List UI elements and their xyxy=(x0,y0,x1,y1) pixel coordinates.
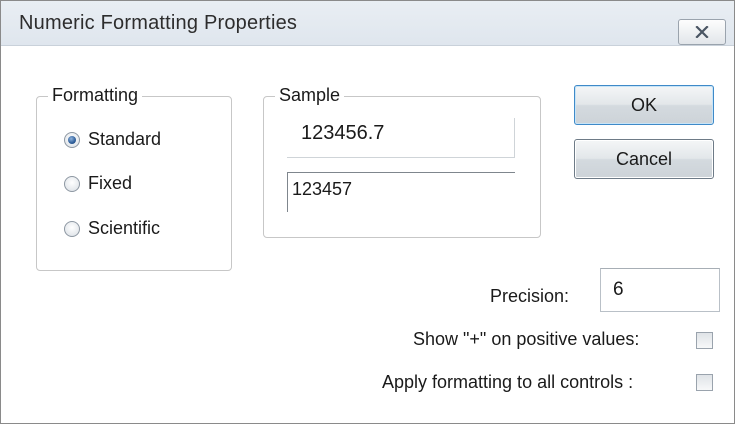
precision-input[interactable]: 6 xyxy=(600,268,720,312)
ok-button-label: OK xyxy=(630,94,657,115)
close-button[interactable] xyxy=(678,19,726,45)
sample-output-value: 123457 xyxy=(292,179,353,199)
precision-value: 6 xyxy=(613,279,624,300)
sample-group-label: Sample xyxy=(275,85,345,106)
formatting-group-label: Formatting xyxy=(48,85,143,106)
radio-scientific-button[interactable] xyxy=(64,220,80,237)
sample-output-field: 123457 xyxy=(287,172,515,212)
radio-fixed-label: Fixed xyxy=(88,173,133,193)
radio-fixed-button[interactable] xyxy=(64,175,80,192)
title-bar: Numeric Formatting Properties xyxy=(1,1,734,46)
close-icon xyxy=(695,26,709,38)
cancel-button-label: Cancel xyxy=(615,148,673,169)
precision-label: Precision: xyxy=(490,286,570,306)
radio-standard-label: Standard xyxy=(88,129,162,149)
radio-standard-button[interactable] xyxy=(64,131,80,148)
radio-fixed[interactable]: Fixed xyxy=(64,173,132,194)
radio-standard[interactable]: Standard xyxy=(64,129,161,150)
show-plus-label: Show "+" on positive values: xyxy=(413,329,640,349)
show-plus-checkbox[interactable] xyxy=(696,332,713,349)
apply-all-label: Apply formatting to all controls : xyxy=(382,372,634,392)
numeric-formatting-dialog: Numeric Formatting Properties Formatting… xyxy=(0,0,735,424)
apply-all-checkbox[interactable] xyxy=(696,374,713,391)
radio-scientific-label: Scientific xyxy=(88,218,161,238)
cancel-button[interactable]: Cancel xyxy=(574,139,714,179)
sample-input-field[interactable]: 123456.7 xyxy=(287,118,515,158)
ok-button[interactable]: OK xyxy=(574,85,714,125)
sample-input-value: 123456.7 xyxy=(301,122,385,144)
dialog-title: Numeric Formatting Properties xyxy=(19,12,298,34)
radio-scientific[interactable]: Scientific xyxy=(64,218,160,239)
